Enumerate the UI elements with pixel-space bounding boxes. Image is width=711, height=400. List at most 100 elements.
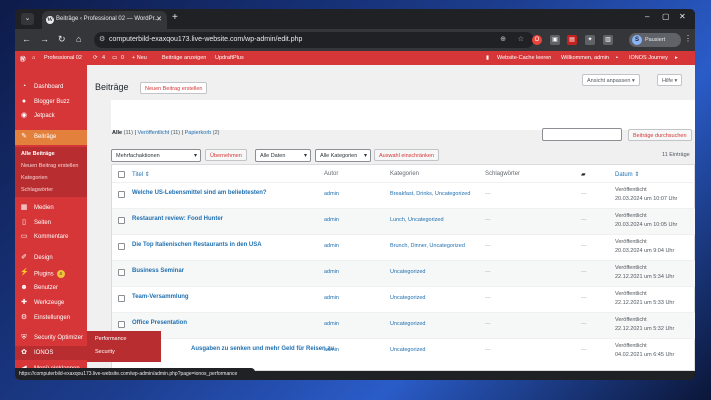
row-checkbox[interactable]	[118, 217, 125, 224]
post-categories[interactable]: Breakfast, Drinks, Uncategorized	[390, 191, 470, 197]
post-author[interactable]: admin	[324, 269, 339, 275]
cache-icon[interactable]: ▮	[486, 55, 489, 61]
site-info-icon[interactable]: ⚙	[99, 35, 105, 43]
sidebar-item-users[interactable]: ☻ Benutzer	[15, 281, 87, 295]
sidebar-item-pages[interactable]: ▯ Seiten	[15, 216, 87, 230]
adminbar-bubble-count[interactable]: 0	[121, 55, 124, 61]
column-title[interactable]: Titel ⇕	[132, 171, 150, 178]
sidebar-item-jetpack[interactable]: ◉ Jetpack	[15, 109, 87, 123]
post-author[interactable]: admin	[324, 243, 339, 249]
sidebar-item-tools[interactable]: ✚ Werkzeuge	[15, 296, 87, 310]
post-categories[interactable]: Uncategorized	[390, 347, 425, 353]
sidebar-item-posts[interactable]: ✎ Beiträge	[15, 130, 87, 145]
post-author[interactable]: admin	[324, 217, 339, 223]
post-author[interactable]: admin	[324, 321, 339, 327]
puzzle-icon[interactable]: ✦	[585, 35, 595, 45]
sidebar-item-ionos[interactable]: ✿ IONOS	[15, 346, 87, 360]
home-icon[interactable]: ⌂	[76, 34, 81, 44]
post-author[interactable]: admin	[324, 347, 339, 353]
new-post-button[interactable]: Neuen Beitrag erstellen	[140, 82, 208, 94]
adminbar-greeting[interactable]: Willkommen, admin	[561, 55, 609, 61]
adminbar-new[interactable]: + Neu	[132, 55, 147, 61]
post-author[interactable]: admin	[324, 295, 339, 301]
profile-button[interactable]: S Pausiert	[629, 33, 681, 47]
post-title[interactable]: Team-Versammlung	[132, 294, 189, 300]
address-bar[interactable]: ⚙ computerbild-exaxqou173.live-website.c…	[94, 32, 534, 48]
adminbar-user-icon[interactable]: ▪	[616, 55, 618, 61]
sidebar-item-comments[interactable]: ▭ Kommentare	[15, 230, 87, 244]
forward-icon[interactable]: →	[40, 34, 49, 44]
post-title[interactable]: Office Presentation	[132, 320, 187, 326]
journey-arrow-icon[interactable]: ▸	[675, 55, 678, 61]
updates-icon[interactable]: ⟳	[93, 55, 98, 61]
row-checkbox[interactable]	[118, 295, 125, 302]
zoom-icon[interactable]: ⊕	[500, 35, 506, 43]
bulk-actions-select[interactable]: Mehrfachaktionen	[111, 149, 201, 162]
minimize-icon[interactable]: –	[645, 12, 649, 21]
opera-extension-icon[interactable]: O	[532, 35, 542, 45]
row-checkbox[interactable]	[118, 321, 125, 328]
adminbar-updraft[interactable]: UpdraftPlus	[215, 55, 244, 61]
post-title[interactable]: Restaurant review: Food Hunter	[132, 216, 223, 222]
reload-icon[interactable]: ↻	[58, 34, 66, 45]
post-categories[interactable]: Uncategorized	[390, 295, 425, 301]
flyout-security[interactable]: Security	[95, 349, 115, 355]
sidepanel-icon[interactable]: ▥	[603, 35, 613, 45]
sidebar-item-design[interactable]: ✐ Design	[15, 251, 87, 265]
post-author[interactable]: admin	[324, 191, 339, 197]
flyout-performance[interactable]: Performance	[95, 336, 127, 342]
row-checkbox[interactable]	[118, 243, 125, 250]
select-all-checkbox[interactable]	[118, 171, 125, 178]
pdf-extension-icon[interactable]: ▤	[567, 35, 577, 45]
filter-trash[interactable]: Papierkorb	[185, 130, 212, 136]
post-categories[interactable]: Uncategorized	[390, 269, 425, 275]
column-date[interactable]: Datum ⇕	[615, 171, 639, 178]
tab-search-chevron-icon[interactable]: ⌄	[21, 13, 34, 25]
post-categories[interactable]: Uncategorized	[390, 321, 425, 327]
extension-icon[interactable]: ▣	[550, 35, 560, 45]
filter-button[interactable]: Auswahl einschränken	[374, 149, 440, 161]
sidebar-item-media[interactable]: ▦ Medien	[15, 201, 87, 215]
post-title[interactable]: Business Seminar	[132, 268, 184, 274]
comments-column-icon[interactable]: ▰	[581, 171, 586, 178]
filter-published[interactable]: Veröffentlicht	[138, 130, 170, 136]
help-button[interactable]: Hilfe ▾	[657, 74, 683, 86]
submenu-categories[interactable]: Kategorien	[21, 175, 48, 181]
adminbar-home-icon[interactable]: ⌂	[32, 55, 35, 61]
categories-select[interactable]: Alle Kategorien	[315, 149, 371, 162]
screen-options-button[interactable]: Ansicht anpassen ▾	[582, 74, 640, 86]
back-icon[interactable]: ←	[22, 34, 31, 44]
bookmark-star-icon[interactable]: ☆	[518, 35, 524, 43]
close-window-icon[interactable]: ✕	[679, 12, 686, 21]
browser-menu-icon[interactable]: ⋮	[684, 34, 692, 43]
adminbar-cache[interactable]: Website-Cache leeren	[497, 55, 551, 61]
submenu-all-posts[interactable]: Alle Beiträge	[21, 151, 55, 157]
post-title[interactable]: Welche US-Lebensmittel sind am beliebtes…	[132, 190, 267, 196]
adminbar-view-posts[interactable]: Beiträge anzeigen	[162, 55, 206, 61]
dates-select[interactable]: Alle Daten	[255, 149, 311, 162]
adminbar-journey[interactable]: IONOS Journey	[629, 55, 668, 61]
maximize-icon[interactable]: ▢	[662, 12, 670, 21]
submenu-tags[interactable]: Schlagwörter	[21, 187, 53, 193]
row-checkbox[interactable]	[118, 191, 125, 198]
search-posts-button[interactable]: Beiträge durchsuchen	[628, 129, 692, 141]
post-title[interactable]: Ausgaben zu senken und mehr Geld für Rei…	[191, 346, 334, 352]
post-title[interactable]: Die Top Italienischen Restaurants in den…	[132, 242, 262, 248]
sidebar-item-plugins[interactable]: ⚡ Plugins 4	[15, 266, 87, 280]
post-search-input[interactable]	[542, 128, 622, 141]
row-checkbox[interactable]	[118, 269, 125, 276]
adminbar-site-name[interactable]: Professional 02	[44, 55, 82, 61]
filter-all[interactable]: Alle	[112, 130, 122, 136]
new-tab-icon[interactable]: +	[172, 12, 178, 23]
wp-logo-icon[interactable]: Ⓦ	[20, 55, 26, 63]
post-categories[interactable]: Lunch, Uncategorized	[390, 217, 444, 223]
comment-bubble-icon[interactable]: ▭	[112, 55, 117, 61]
adminbar-comments-count[interactable]: 4	[102, 55, 105, 61]
apply-button[interactable]: Übernehmen	[205, 149, 247, 161]
sidebar-item-security-optimizer[interactable]: ⛨ Security Optimizer	[15, 331, 87, 345]
post-categories[interactable]: Brunch, Dinner, Uncategorized	[390, 243, 465, 249]
sidebar-item-dashboard[interactable]: ◔ Dashboard	[15, 80, 87, 94]
sidebar-item-settings[interactable]: ⚙ Einstellungen	[15, 311, 87, 325]
submenu-new-post[interactable]: Neuen Beitrag erstellen	[21, 163, 78, 169]
close-tab-icon[interactable]: ✕	[156, 15, 162, 23]
